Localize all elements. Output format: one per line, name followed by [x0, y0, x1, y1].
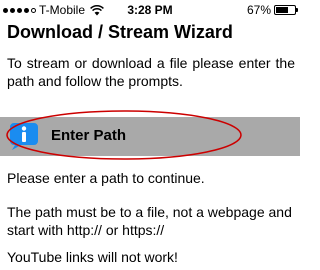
- enter-path-label: Enter Path: [51, 127, 127, 144]
- battery-percent: 67%: [246, 3, 271, 17]
- prompt-message: Please enter a path to continue.: [7, 170, 205, 186]
- page-title: Download / Stream Wizard: [7, 22, 233, 42]
- info-icon: [10, 123, 38, 150]
- warning-message: YouTube links will not work!: [7, 249, 178, 265]
- battery-fill: [276, 7, 288, 13]
- status-bar: T-Mobile 3:28 PM 67%: [0, 0, 300, 20]
- enter-path-row[interactable]: Enter Path: [0, 117, 300, 156]
- intro-text: To stream or download a file please ente…: [7, 55, 295, 89]
- battery-icon: [274, 5, 298, 15]
- status-right: 67%: [246, 3, 298, 17]
- requirement-message: The path must be to a file, not a webpag…: [7, 204, 292, 238]
